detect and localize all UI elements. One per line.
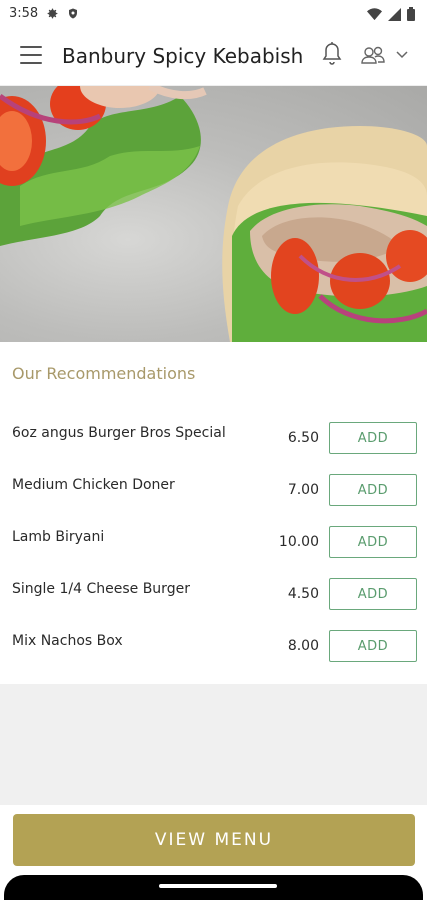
list-item: Lamb Biryani 10.00 ADD: [0, 524, 427, 576]
item-price: 4.50: [287, 586, 319, 602]
add-button[interactable]: ADD: [329, 422, 417, 454]
bell-icon[interactable]: [320, 41, 344, 67]
recommendations-section: Our Recommendations 6oz angus Burger Bro…: [0, 342, 427, 684]
users-icon: [361, 46, 385, 64]
list-item: 6oz angus Burger Bros Special 6.50 ADD: [0, 420, 427, 472]
item-name: Medium Chicken Doner: [12, 477, 175, 493]
hamburger-menu-icon[interactable]: [20, 46, 42, 66]
home-gesture-pill[interactable]: [159, 884, 277, 888]
view-menu-button[interactable]: VIEW MENU: [13, 814, 415, 866]
shield-icon: [69, 8, 77, 19]
recommendations-heading: Our Recommendations: [12, 364, 196, 383]
system-nav-bar: [0, 875, 427, 900]
item-price: 7.00: [287, 482, 319, 498]
add-button[interactable]: ADD: [329, 578, 417, 610]
status-bar: 3:58: [0, 0, 427, 28]
signal-icon: [388, 7, 401, 21]
app-bar: Banbury Spicy Kebabish: [0, 28, 427, 86]
list-item: Medium Chicken Doner 7.00 ADD: [0, 472, 427, 524]
item-price: 10.00: [278, 534, 319, 550]
kebab-photo-illustration: [0, 86, 427, 342]
item-price: 8.00: [287, 638, 319, 654]
battery-icon: [407, 7, 415, 21]
add-button[interactable]: ADD: [329, 630, 417, 662]
add-button[interactable]: ADD: [329, 474, 417, 506]
bottom-action-bar: VIEW MENU: [0, 805, 427, 875]
list-item: Single 1/4 Cheese Burger 4.50 ADD: [0, 576, 427, 628]
wifi-icon: [367, 7, 382, 20]
item-price: 6.50: [287, 430, 319, 446]
item-name: 6oz angus Burger Bros Special: [12, 425, 226, 441]
add-button[interactable]: ADD: [329, 526, 417, 558]
item-name: Lamb Biryani: [12, 529, 105, 545]
recommendations-list: 6oz angus Burger Bros Special 6.50 ADD M…: [0, 420, 427, 680]
empty-content-area: [0, 684, 427, 805]
list-item: Mix Nachos Box 8.00 ADD: [0, 628, 427, 680]
app-title: Banbury Spicy Kebabish: [62, 44, 304, 68]
hero-food-image: [0, 86, 427, 342]
user-account-menu[interactable]: [360, 43, 414, 67]
item-name: Single 1/4 Cheese Burger: [12, 581, 190, 597]
gear-icon: [47, 8, 58, 19]
chevron-down-icon: [396, 51, 408, 59]
status-time: 3:58: [9, 6, 39, 21]
item-name: Mix Nachos Box: [12, 633, 123, 649]
